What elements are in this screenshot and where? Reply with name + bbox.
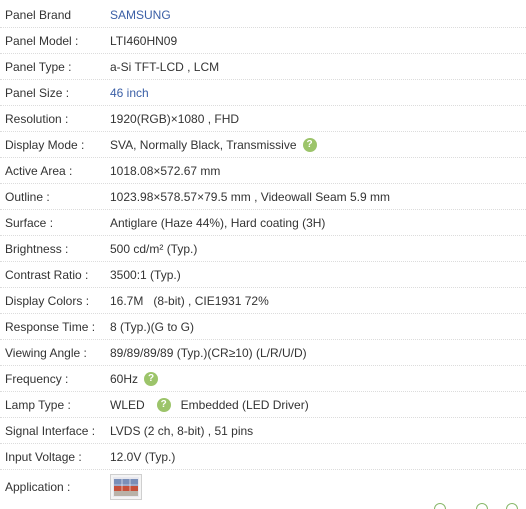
decorative-circle — [434, 503, 446, 509]
spec-row-viewing-angle: Viewing Angle : 89/89/89/89 (Typ.)(CR≥10… — [0, 340, 526, 366]
spec-row-panel-model: Panel Model : LTI460HN09 — [0, 28, 526, 54]
spec-value: Antiglare (Haze 44%), Hard coating (3H) — [110, 216, 326, 230]
panel-brand-link[interactable]: SAMSUNG — [110, 2, 171, 28]
spec-value: 500 cd/m² (Typ.) — [110, 242, 198, 256]
question-circle-icon[interactable]: ? — [302, 137, 317, 152]
spec-value: 16.7M (8-bit) , CIE1931 72% — [110, 294, 269, 308]
spec-label: Panel Type : — [5, 60, 72, 74]
spec-label: Signal Interface : — [5, 424, 96, 438]
spec-row-contrast-ratio: Contrast Ratio : 3500:1 (Typ.) — [0, 262, 526, 288]
panel-size-link[interactable]: 46 inch — [110, 80, 149, 106]
spec-label: Frequency : — [5, 372, 69, 386]
spec-label: Resolution : — [5, 112, 69, 126]
spec-row-resolution: Resolution : 1920(RGB)×1080 , FHD — [0, 106, 526, 132]
spec-value: 89/89/89/89 (Typ.)(CR≥10) (L/R/U/D) — [110, 346, 307, 360]
spec-value-wrap: SVA, Normally Black, Transmissive? — [110, 132, 317, 158]
spec-label: Response Time : — [5, 320, 96, 334]
spec-row-response-time: Response Time : 8 (Typ.)(G to G) — [0, 314, 526, 340]
spec-row-display-mode: Display Mode : SVA, Normally Black, Tran… — [0, 132, 526, 158]
spec-value-wrap: WLED? Embedded (LED Driver) — [110, 392, 309, 418]
spec-row-panel-size: Panel Size : 46 inch — [0, 80, 526, 106]
spec-row-active-area: Active Area : 1018.08×572.67 mm — [0, 158, 526, 184]
videowall-thumbnail-icon[interactable] — [110, 474, 142, 500]
spec-label: Panel Brand — [5, 8, 72, 22]
spec-row-lamp-type: Lamp Type : WLED? Embedded (LED Driver) — [0, 392, 526, 418]
spec-value: 1920(RGB)×1080 , FHD — [110, 112, 240, 126]
spec-label: Display Colors : — [5, 294, 90, 308]
spec-row-panel-brand: Panel Brand SAMSUNG — [0, 2, 526, 28]
question-circle-icon[interactable]: ? — [156, 397, 171, 412]
spec-value: 1023.98×578.57×79.5 mm , Videowall Seam … — [110, 190, 390, 204]
spec-label: Viewing Angle : — [5, 346, 87, 360]
spec-row-frequency: Frequency : 60Hz? — [0, 366, 526, 392]
spec-label: Panel Model : — [5, 34, 79, 48]
spec-value: 60Hz — [110, 372, 139, 386]
spec-row-brightness: Brightness : 500 cd/m² (Typ.) — [0, 236, 526, 262]
spec-row-application: Application : — [0, 470, 526, 504]
spec-row-outline: Outline : 1023.98×578.57×79.5 mm , Video… — [0, 184, 526, 210]
spec-label: Panel Size : — [5, 86, 70, 100]
spec-row-surface: Surface : Antiglare (Haze 44%), Hard coa… — [0, 210, 526, 236]
spec-value: SVA, Normally Black, Transmissive — [110, 138, 297, 152]
spec-value: WLED — [110, 398, 145, 412]
decorative-circle — [476, 503, 488, 509]
footer-decoration — [430, 503, 526, 509]
spec-row-signal-interface: Signal Interface : LVDS (2 ch, 8-bit) , … — [0, 418, 526, 444]
spec-label: Input Voltage : — [5, 450, 82, 464]
spec-value: LVDS (2 ch, 8-bit) , 51 pins — [110, 424, 254, 438]
spec-value: 1018.08×572.67 mm — [110, 164, 221, 178]
spec-label: Surface : — [5, 216, 54, 230]
spec-value: LTI460HN09 — [110, 34, 178, 48]
spec-label: Lamp Type : — [5, 398, 71, 412]
spec-label: Brightness : — [5, 242, 69, 256]
question-circle-icon[interactable]: ? — [144, 371, 159, 386]
spec-row-input-voltage: Input Voltage : 12.0V (Typ.) — [0, 444, 526, 470]
spec-row-panel-type: Panel Type : a-Si TFT-LCD , LCM — [0, 54, 526, 80]
spec-value: a-Si TFT-LCD , LCM — [110, 60, 220, 74]
spec-value: 12.0V (Typ.) — [110, 450, 176, 464]
decorative-circle — [506, 503, 518, 509]
spec-label: Outline : — [5, 190, 50, 204]
spec-value: 8 (Typ.)(G to G) — [110, 320, 195, 334]
spec-label: Application : — [5, 480, 71, 494]
spec-value-secondary: Embedded (LED Driver) — [180, 398, 309, 412]
spec-value-wrap: 60Hz? — [110, 366, 159, 392]
spec-value: 3500:1 (Typ.) — [110, 268, 181, 282]
application-image — [113, 477, 139, 497]
spec-label: Active Area : — [5, 164, 73, 178]
spec-row-display-colors: Display Colors : 16.7M (8-bit) , CIE1931… — [0, 288, 526, 314]
spec-label: Display Mode : — [5, 138, 85, 152]
spec-label: Contrast Ratio : — [5, 268, 89, 282]
